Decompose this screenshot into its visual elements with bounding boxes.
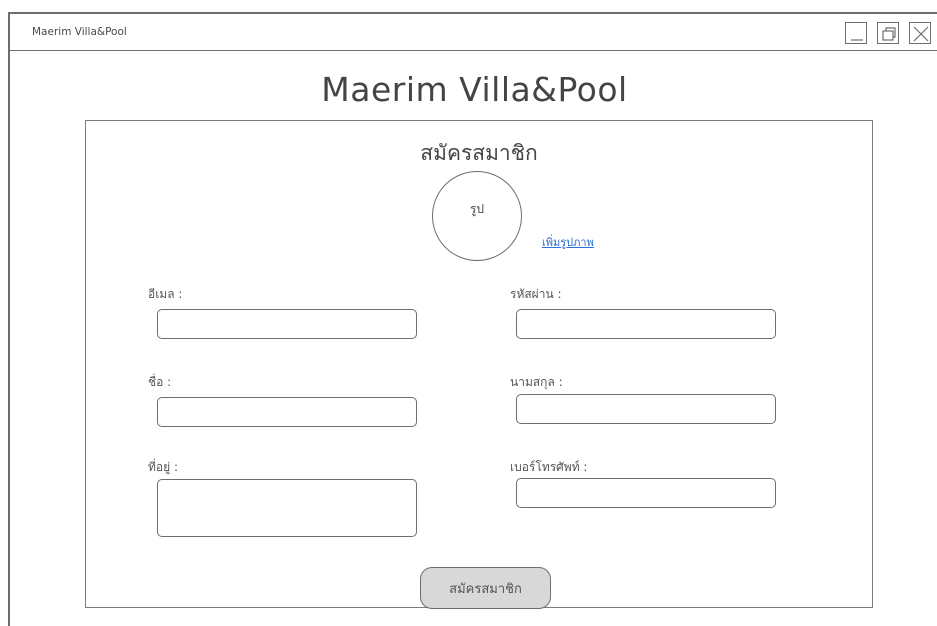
register-button[interactable]: สมัครสมาชิก (420, 567, 551, 609)
email-field[interactable] (157, 309, 417, 339)
avatar-placeholder: รูป (432, 171, 522, 261)
minimize-button[interactable] (845, 22, 867, 44)
minimize-icon (851, 39, 863, 41)
last-name-label: นามสกุล : (510, 375, 563, 389)
address-field[interactable] (157, 479, 417, 537)
phone-label: เบอร์โทรศัพท์ : (510, 460, 588, 474)
add-photo-link[interactable]: เพิ่มรูปภาพ (542, 233, 594, 251)
window-title: Maerim Villa&Pool (32, 26, 127, 38)
form-title: สมัครสมาชิก (420, 141, 538, 165)
address-label: ที่อยู่ : (148, 460, 179, 474)
app-title: Maerim Villa&Pool (321, 70, 628, 109)
first-name-label: ชื่อ : (148, 375, 172, 389)
last-name-field[interactable] (516, 394, 776, 424)
password-label: รหัสผ่าน : (510, 287, 562, 301)
close-icon (913, 26, 929, 42)
password-field[interactable] (516, 309, 776, 339)
app-window: Maerim Villa&Pool Maerim Villa&Pool สมัค… (8, 12, 937, 626)
first-name-field[interactable] (157, 397, 417, 427)
phone-field[interactable] (516, 478, 776, 508)
title-bar: Maerim Villa&Pool (10, 14, 937, 51)
maximize-button[interactable] (877, 22, 899, 44)
email-label: อีเมล : (148, 287, 183, 301)
close-button[interactable] (909, 22, 931, 44)
registration-panel: สมัครสมาชิก รูป เพิ่มรูปภาพ อีเมล : รหัส… (85, 120, 873, 609)
restore-icon (882, 27, 896, 41)
avatar-label: รูป (469, 202, 485, 216)
